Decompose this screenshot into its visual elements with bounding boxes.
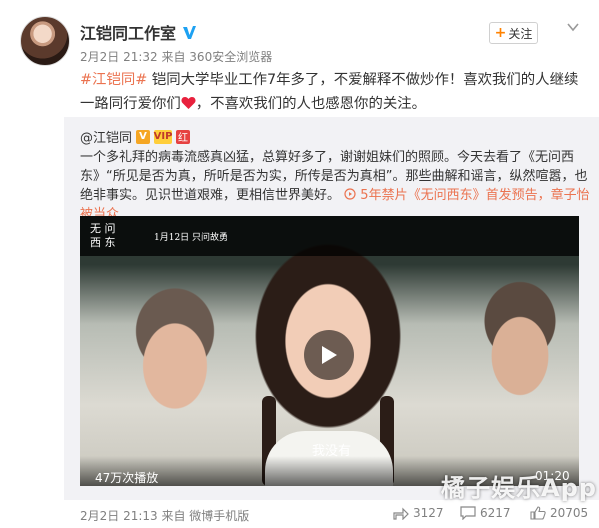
- comment-count: 6217: [480, 506, 511, 520]
- share-icon: [393, 507, 409, 520]
- like-button[interactable]: 20705: [530, 506, 588, 520]
- author-row: 江铠同工作室: [80, 20, 197, 44]
- video-title: 无 问 西 东: [90, 222, 116, 250]
- link-icon: [344, 188, 356, 200]
- post-meta: 2月2日 21:32 来自 360安全浏览器: [80, 50, 273, 64]
- thumbs-up-icon: [530, 506, 546, 520]
- red-envelope-badge-icon: 红: [176, 129, 191, 144]
- repost-username[interactable]: @江铠同: [80, 127, 132, 146]
- follow-button[interactable]: + 关注: [489, 22, 538, 44]
- video-title-line1: 无 问: [90, 222, 116, 235]
- like-count: 20705: [550, 506, 589, 520]
- video-title-line2: 西 东: [90, 236, 116, 249]
- play-icon: [322, 346, 337, 364]
- plus-icon: +: [494, 25, 507, 41]
- video-date-text: 1月12日 只问故勇: [154, 233, 229, 243]
- post-text-part2: ，不喜欢我们的人也感恩你的关注。: [195, 96, 427, 112]
- author-name[interactable]: 江铠同工作室: [80, 20, 176, 44]
- repost-user-row: @江铠同 V VIP 红: [80, 127, 191, 146]
- avatar[interactable]: [20, 16, 70, 66]
- post-header: 江铠同工作室 2月2日 21:32 来自 360安全浏览器 + 关注: [0, 0, 599, 66]
- share-button[interactable]: 3127: [393, 506, 444, 520]
- repost-footer: 2月2日 21:13 来自 微博手机版 3127 6217 20705: [0, 500, 599, 528]
- follow-label: 关注: [508, 26, 533, 41]
- chevron-down-icon[interactable]: [566, 20, 580, 34]
- verified-badge-icon: V: [136, 129, 151, 144]
- heart-emoji-icon: [181, 97, 196, 109]
- play-button[interactable]: [304, 330, 354, 380]
- share-count: 3127: [413, 506, 444, 520]
- comment-button[interactable]: 6217: [460, 506, 511, 520]
- verified-icon: [182, 25, 197, 40]
- repost-card: @江铠同 V VIP 红 一个多礼拜的病毒流感真凶猛，总算好多了，谢谢姐妹们的照…: [64, 117, 599, 500]
- watermark: 橘子娱乐App: [441, 474, 597, 502]
- vip-badge-icon: VIP: [153, 129, 173, 144]
- repost-text: 一个多礼拜的病毒流感真凶猛，总算好多了，谢谢姐妹们的照顾。今天去看了《无问西东》…: [80, 148, 590, 224]
- repost-meta: 2月2日 21:13 来自 微博手机版: [80, 509, 250, 523]
- view-count: 47万次播放: [95, 471, 159, 485]
- video-player[interactable]: 无 问 西 东 1月12日 只问故勇 我没有 47万次播放 01:20: [80, 216, 579, 486]
- topic-link[interactable]: #江铠同#: [80, 72, 147, 88]
- comment-icon: [460, 506, 476, 520]
- post-text: #江铠同# 铠同大学毕业工作7年多了，不爱解释不做炒作！喜欢我们的人继续一路同行…: [80, 68, 585, 116]
